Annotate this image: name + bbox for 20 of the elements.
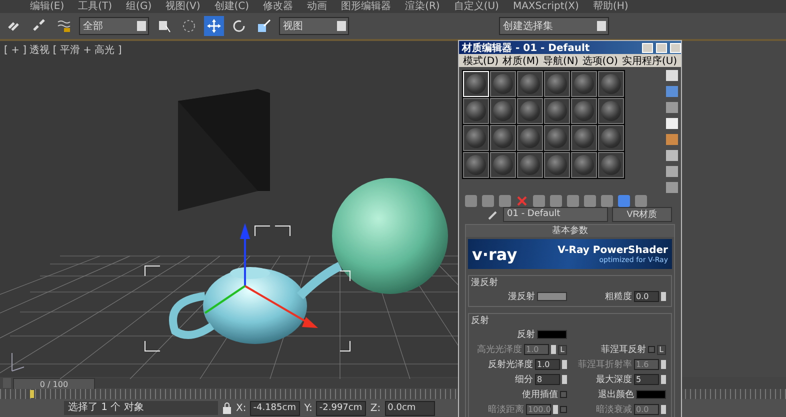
coord-label: Y: [304, 402, 312, 414]
banner-logo: v·ray [472, 244, 518, 264]
checkbox-label: 使用插值 [522, 388, 558, 401]
param-label: 暗淡距离 [488, 404, 524, 416]
param-label: 高光光泽度 [477, 344, 522, 356]
coord-label: Z: [370, 402, 381, 414]
window-title-bar: 材质编辑器 - 01 - Default [459, 41, 681, 54]
param-label: 粗糙度 [605, 290, 632, 303]
group-title: 漫反射 [471, 278, 499, 289]
param-label: 暗淡衰减 [596, 404, 632, 416]
coord-label: X: [236, 402, 246, 414]
param-label: 退出颜色 [598, 388, 634, 401]
param-label: 反射光泽度 [488, 358, 533, 371]
param-label: 反射 [517, 328, 535, 341]
param-label: 漫反射 [508, 290, 535, 303]
param-label: 菲涅耳折射率 [578, 358, 632, 371]
status-message: 选择了 1 个 对象 [64, 401, 218, 415]
checkbox-label: 菲涅耳反射 [601, 344, 646, 356]
banner-title: V-Ray PowerShader [558, 244, 668, 256]
group-title: 反射 [471, 316, 490, 327]
